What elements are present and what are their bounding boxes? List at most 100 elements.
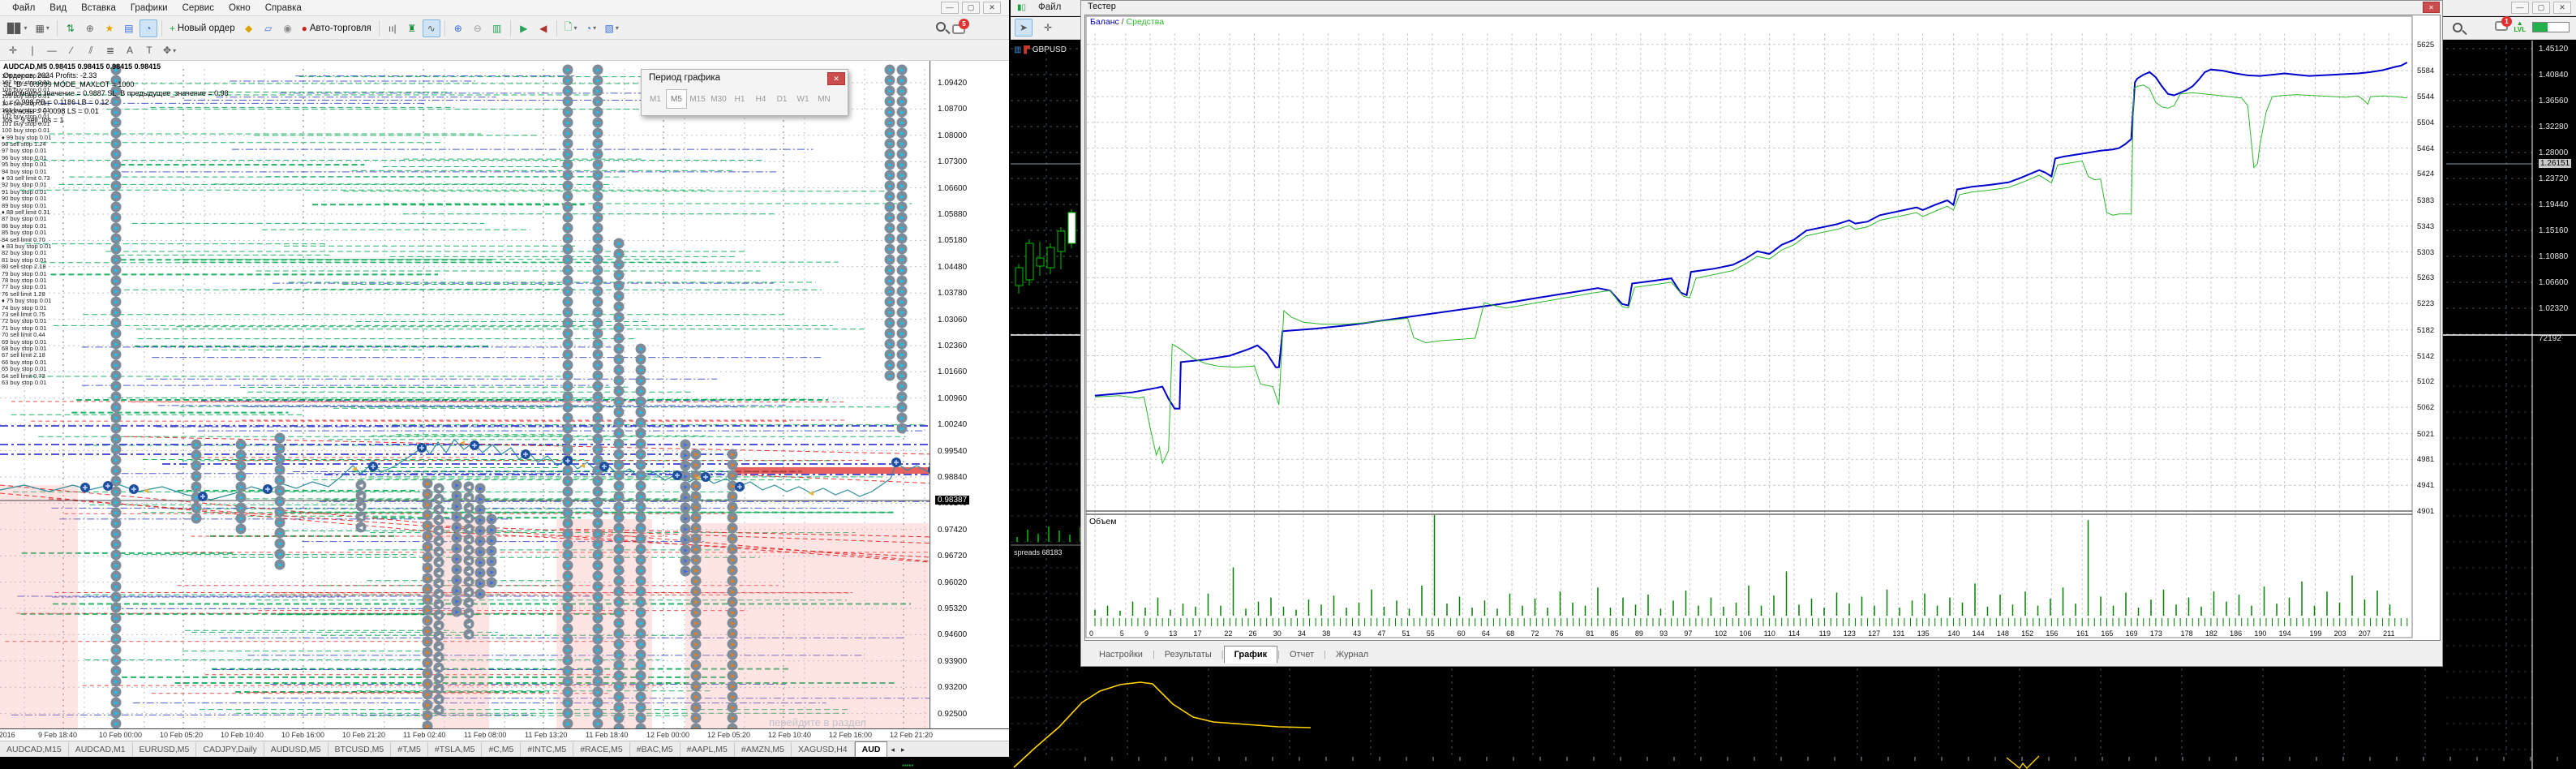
close-icon[interactable]: ✕ bbox=[827, 72, 845, 85]
autotrading-button[interactable]: ●Авто-торговля bbox=[298, 19, 375, 37]
hline-tool-icon[interactable]: — bbox=[43, 41, 61, 59]
menu-item-Файл[interactable]: Файл bbox=[5, 2, 42, 15]
metaeditor-icon[interactable]: ▱ bbox=[260, 19, 277, 37]
svg-text:➤: ➤ bbox=[238, 494, 244, 501]
new-order-button[interactable]: +Новый ордер bbox=[166, 19, 238, 37]
svg-text:➤: ➤ bbox=[887, 130, 893, 137]
period-button-M5[interactable]: M5 bbox=[666, 89, 687, 109]
candles-chart-icon[interactable]: ♜ bbox=[403, 19, 421, 37]
channel-tool-icon[interactable]: ⫽ bbox=[82, 41, 100, 59]
symbol-tab[interactable]: AUDCAD,M1 bbox=[69, 742, 133, 757]
svg-text:➤: ➤ bbox=[730, 620, 736, 627]
tester-graph-panel[interactable]: Баланс / Средства Объем 5625558455445504… bbox=[1084, 15, 2441, 641]
svg-text:➤: ➤ bbox=[693, 504, 699, 511]
svg-text:➤: ➤ bbox=[565, 225, 571, 232]
fibo-tool-icon[interactable]: ≣ bbox=[101, 41, 119, 59]
symbol-tab[interactable]: AUDUSD,M5 bbox=[264, 742, 328, 757]
favorites-icon[interactable]: ★ bbox=[101, 19, 118, 37]
auto-scroll-icon[interactable]: ▶ bbox=[515, 19, 533, 37]
line-chart-icon[interactable]: ∿ bbox=[423, 19, 440, 37]
period-button-H1[interactable]: H1 bbox=[729, 89, 750, 109]
symbol-tab[interactable]: AUD bbox=[855, 741, 888, 757]
market-watch-icon[interactable]: ▤ bbox=[120, 19, 138, 37]
period-button-W1[interactable]: W1 bbox=[792, 89, 814, 109]
signals-icon[interactable]: ◉ bbox=[279, 19, 297, 37]
symbol-tab[interactable]: EURUSD,M5 bbox=[133, 742, 197, 757]
add-template-icon[interactable]: 🗋▾ bbox=[561, 19, 581, 37]
vline-tool-icon[interactable]: ❘ bbox=[24, 41, 41, 59]
symbol-tab[interactable]: CADJPY,Daily bbox=[196, 742, 264, 757]
label-tool-icon[interactable]: T bbox=[140, 41, 158, 59]
svg-text:➤: ➤ bbox=[277, 445, 283, 453]
svg-text:➤: ➤ bbox=[565, 183, 571, 190]
arrows-tool-icon[interactable]: ✥▾ bbox=[160, 41, 179, 59]
zoom-in-icon[interactable]: ⊕ bbox=[449, 19, 467, 37]
tester-tab-Отчет[interactable]: Отчет bbox=[1280, 647, 1324, 663]
symbol-tab[interactable]: AUDCAD,M15 bbox=[0, 742, 69, 757]
tester-tab-Журнал[interactable]: Журнал bbox=[1326, 647, 1378, 663]
menu-item-Графики[interactable]: Графики bbox=[123, 2, 175, 15]
svg-text:➤: ➤ bbox=[638, 398, 644, 406]
chart-mode-icon[interactable]: ▉▊▾ bbox=[4, 19, 30, 37]
symbol-tab[interactable]: BTCUSD,M5 bbox=[328, 742, 392, 757]
svg-text:➤: ➤ bbox=[114, 225, 119, 232]
period-button-D1[interactable]: D1 bbox=[771, 89, 792, 109]
symbol-tab[interactable]: #TSLA,M5 bbox=[428, 742, 483, 757]
tester-tab-Результаты[interactable]: Результаты bbox=[1155, 647, 1221, 663]
chart-shift-icon[interactable]: ◀ bbox=[535, 19, 552, 37]
close-icon[interactable]: ✕ bbox=[2423, 2, 2440, 13]
mql-icon[interactable]: ◆ bbox=[240, 19, 258, 37]
tab-scroll-icon[interactable]: ◂ bbox=[887, 743, 898, 757]
close-icon[interactable]: ✕ bbox=[983, 2, 1001, 14]
svg-text:➤: ➤ bbox=[238, 483, 244, 491]
minimize-icon[interactable]: — bbox=[941, 2, 959, 14]
period-button-H4[interactable]: H4 bbox=[750, 89, 771, 109]
tester-tab-График[interactable]: График bbox=[1224, 646, 1278, 664]
tester-x-label: 114 bbox=[1788, 629, 1800, 638]
profiles-icon[interactable]: ⇅ bbox=[62, 19, 79, 37]
symbol-tab[interactable]: #AAPL,M5 bbox=[680, 742, 735, 757]
svg-text:➤: ➤ bbox=[595, 77, 601, 84]
svg-text:➤: ➤ bbox=[683, 483, 689, 491]
symbol-tab[interactable]: #C,M5 bbox=[482, 742, 521, 757]
svg-text:➤: ➤ bbox=[114, 330, 119, 337]
tab-scroll-icon[interactable]: ▸ bbox=[898, 743, 908, 757]
tester-tab-Настройки[interactable]: Настройки bbox=[1089, 647, 1153, 663]
tester-panel-icon[interactable]: ◔ bbox=[140, 19, 157, 37]
zoom-out-icon[interactable]: ⊖ bbox=[469, 19, 487, 37]
tile-windows-icon[interactable]: ▦▾ bbox=[32, 19, 52, 37]
crosshair-tool-icon[interactable]: ✛ bbox=[4, 41, 22, 59]
tester-y-label: 5142 bbox=[2417, 352, 2434, 361]
templates-icon[interactable]: ▧▾ bbox=[601, 19, 621, 37]
menu-item-Справка[interactable]: Справка bbox=[258, 2, 309, 15]
backtest-chart[interactable]: ➤➤➤➤➤➤➤➤➤➤➤➤➤➤➤➤➤➤➤➤➤➤➤➤➤➤➤➤➤➤➤➤➤➤➤➤➤➤➤➤… bbox=[0, 61, 930, 728]
trendline-tool-icon[interactable]: ∕ bbox=[62, 41, 80, 59]
symbol-tab[interactable]: #BAC,M5 bbox=[630, 742, 680, 757]
menu-item-Вид[interactable]: Вид bbox=[42, 2, 74, 15]
notifications-icon[interactable]: 5 bbox=[951, 20, 972, 37]
symbol-tab[interactable]: #INTC,M5 bbox=[521, 742, 573, 757]
svg-text:➤: ➤ bbox=[730, 641, 736, 648]
symbol-tab[interactable]: #AMZN,M5 bbox=[735, 742, 792, 757]
bars-chart-icon[interactable]: ıı| bbox=[384, 19, 401, 37]
menu-item-Окно[interactable]: Окно bbox=[221, 2, 258, 15]
symbol-tab[interactable]: XAGUSD,H4 bbox=[792, 742, 855, 757]
text-tool-icon[interactable]: A bbox=[121, 41, 139, 59]
period-button-M30[interactable]: M30 bbox=[708, 89, 729, 109]
symbol-tab[interactable]: #T,M5 bbox=[391, 742, 428, 757]
period-button-M15[interactable]: M15 bbox=[687, 89, 708, 109]
restore-icon[interactable]: ▢ bbox=[962, 2, 980, 14]
period-icon[interactable]: ◔▾ bbox=[582, 19, 599, 37]
period-button-MN[interactable]: MN bbox=[814, 89, 835, 109]
search-icon[interactable] bbox=[934, 20, 951, 37]
period-button-M1[interactable]: M1 bbox=[645, 89, 666, 109]
svg-text:➤: ➤ bbox=[595, 151, 601, 158]
symbol-tab[interactable]: #RACE,M5 bbox=[573, 742, 630, 757]
menu-item-Вставка[interactable]: Вставка bbox=[74, 2, 123, 15]
menu-item-Сервис[interactable]: Сервис bbox=[175, 2, 221, 15]
svg-text:➤: ➤ bbox=[425, 638, 431, 646]
svg-text:➤: ➤ bbox=[114, 193, 119, 200]
arrange-windows-icon[interactable]: ▥ bbox=[488, 19, 506, 37]
time-label: 9 Feb 18:40 bbox=[38, 731, 77, 739]
crosshair-target-icon[interactable]: ⊕ bbox=[81, 19, 99, 37]
